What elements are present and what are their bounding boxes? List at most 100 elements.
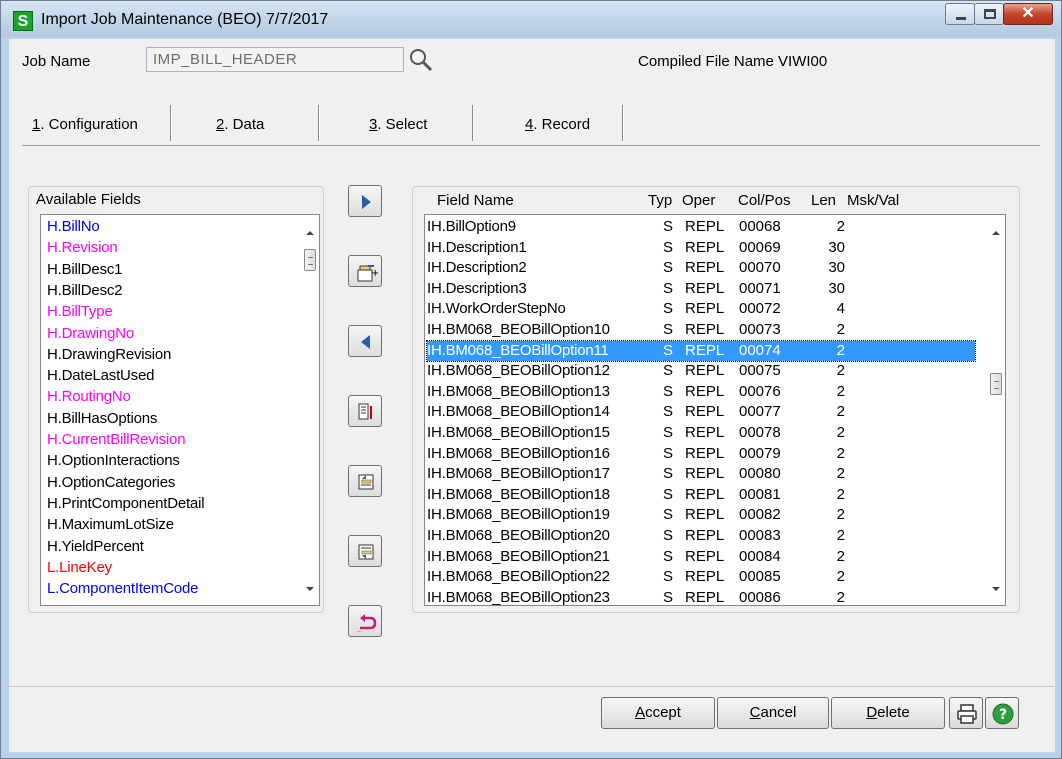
available-field-item[interactable]: H.BillDesc2 (47, 281, 123, 301)
column-header-msk-val[interactable]: Msk/Val (847, 192, 899, 209)
cancel-button[interactable]: Cancel (717, 697, 829, 729)
remove-field-button[interactable] (348, 325, 382, 357)
table-row[interactable]: IH.BM068_BEOBillOption13 S REPL 00076 2 (427, 382, 975, 402)
cell-oper: REPL (685, 588, 725, 606)
data-fields-scrollbar[interactable] (987, 215, 1005, 605)
cell-oper: REPL (685, 321, 725, 338)
cell-oper: REPL (685, 341, 725, 359)
add-field-button[interactable] (348, 185, 382, 217)
table-row[interactable]: IH.BM068_BEOBillOption15 S REPL 00078 2 (427, 423, 975, 443)
cell-field-name: IH.BM068_BEOBillOption12 (427, 362, 610, 380)
table-row[interactable]: IH.Description2 S REPL 00070 30 (427, 258, 975, 278)
cell-typ: S (663, 321, 674, 338)
delete-button[interactable]: Delete (831, 697, 945, 729)
tab-strip-border (22, 145, 1040, 146)
undo-button[interactable]: ... (348, 605, 382, 637)
table-row[interactable]: IH.BM068_BEOBillOption12 S REPL 00075 2 (427, 361, 975, 381)
available-field-item[interactable]: H.YieldPercent (47, 537, 144, 557)
tab-record[interactable]: 4. Record (525, 103, 590, 141)
table-row[interactable]: IH.BM068_BEOBillOption20 S REPL 00083 2 (427, 526, 975, 546)
available-field-item[interactable]: H.BillType (47, 302, 113, 322)
scroll-thumb[interactable] (990, 373, 1002, 395)
table-row[interactable]: IH.Description3 S REPL 00071 30 (427, 279, 975, 299)
accept-button[interactable]: Accept (601, 697, 715, 729)
table-row[interactable]: IH.WorkOrderStepNo S REPL 00072 4 (427, 299, 975, 319)
table-row[interactable]: IH.Description1 S REPL 00069 30 (427, 238, 975, 258)
scroll-down-icon[interactable] (306, 587, 314, 591)
help-button[interactable]: ? (985, 697, 1019, 729)
tab-data[interactable]: 2. Data (216, 103, 264, 141)
insert-field-icon: + (357, 265, 378, 282)
available-field-item[interactable]: H.OptionCategories (47, 473, 175, 493)
field-properties-button[interactable] (348, 395, 382, 427)
table-row[interactable]: IH.BM068_BEOBillOption10 S REPL 00073 2 (427, 320, 975, 340)
move-up-button[interactable] (348, 465, 382, 497)
table-row[interactable]: IH.BM068_BEOBillOption23 S REPL 00086 2 (427, 588, 975, 606)
scroll-thumb[interactable] (304, 249, 316, 271)
available-field-item[interactable]: H.RoutingNo (47, 387, 131, 407)
remove-field-icon (361, 335, 370, 349)
cell-field-name: IH.BM068_BEOBillOption22 (427, 568, 610, 586)
column-header-len[interactable]: Len (811, 192, 836, 209)
tab-configuration-label: . Configuration (40, 116, 138, 133)
table-row-selected[interactable]: IH.BM068_BEOBillOption11 S REPL 00074 2 (426, 339, 976, 362)
table-row[interactable]: IH.BillOption9 S REPL 00068 2 (427, 217, 975, 237)
column-header-col-pos[interactable]: Col/Pos (738, 192, 791, 209)
available-field-item[interactable]: H.BillDesc1 (47, 260, 123, 280)
insert-field-button[interactable]: + (348, 255, 382, 287)
table-row[interactable]: IH.BM068_BEOBillOption22 S REPL 00085 2 (427, 567, 975, 587)
available-field-item[interactable]: H.BillHasOptions (47, 409, 157, 429)
cell-field-name: IH.WorkOrderStepNo (427, 300, 566, 318)
cell-col-pos: 00085 (739, 568, 781, 586)
tab-configuration[interactable]: 1. Configuration (32, 103, 138, 141)
cell-field-name: IH.BM068_BEOBillOption20 (427, 527, 610, 544)
available-fields-scrollbar[interactable] (301, 215, 319, 605)
cell-oper: REPL (685, 362, 725, 380)
available-field-item[interactable]: H.MaximumLotSize (47, 515, 174, 535)
svg-text:?: ? (999, 707, 1007, 723)
cell-field-name: IH.BM068_BEOBillOption18 (427, 485, 610, 503)
maximize-button[interactable] (974, 3, 1004, 25)
scroll-up-icon[interactable] (992, 231, 1000, 235)
available-field-item[interactable]: H.DateLastUsed (47, 366, 154, 386)
minimize-button[interactable] (945, 3, 975, 25)
available-field-item[interactable]: H.Revision (47, 238, 118, 258)
column-header-oper[interactable]: Oper (682, 192, 715, 209)
delete-key: D (866, 704, 878, 721)
tab-select[interactable]: 3. Select (369, 103, 427, 141)
table-row[interactable]: IH.BM068_BEOBillOption17 S REPL 00080 2 (427, 464, 975, 484)
cell-typ: S (663, 444, 674, 462)
cell-field-name: IH.BM068_BEOBillOption14 (427, 403, 610, 421)
table-row[interactable]: IH.BM068_BEOBillOption21 S REPL 00084 2 (427, 547, 975, 567)
close-button[interactable]: ✕ (1003, 3, 1053, 25)
table-row[interactable]: IH.BM068_BEOBillOption14 S REPL 00077 2 (427, 402, 975, 422)
available-field-item[interactable]: H.DrawingNo (47, 324, 134, 344)
available-field-item[interactable]: L.LineKey (47, 558, 112, 578)
available-fields-list[interactable]: H.BillNo H.Revision H.BillDesc1 H.BillDesc2… (40, 214, 320, 606)
column-header-field-name[interactable]: Field Name (437, 192, 514, 209)
cell-col-pos: 00076 (739, 382, 781, 400)
lookup-button[interactable] (408, 47, 434, 73)
available-field-item[interactable]: H.BillNo (47, 217, 100, 237)
scroll-up-icon[interactable] (306, 231, 314, 235)
column-header-typ[interactable]: Typ (648, 192, 672, 209)
accept-label: ccept (645, 704, 681, 721)
available-field-item[interactable]: H.OptionInteractions (47, 451, 180, 471)
title-bar[interactable]: S Import Job Maintenance (BEO) 7/7/2017 … (1, 1, 1061, 37)
scroll-down-icon[interactable] (992, 587, 1000, 591)
table-row[interactable]: IH.BM068_BEOBillOption16 S REPL 00079 2 (427, 444, 975, 464)
available-field-item[interactable]: H.CurrentBillRevision (47, 430, 186, 450)
available-field-item[interactable]: H.DrawingRevision (47, 345, 171, 365)
available-field-item[interactable]: H.PrintComponentDetail (47, 494, 205, 514)
available-field-item[interactable]: L.ComponentItemCode (47, 579, 198, 599)
table-row[interactable]: IH.BM068_BEOBillOption18 S REPL 00081 2 (427, 485, 975, 505)
cell-len: 2 (836, 568, 845, 586)
print-button[interactable] (949, 697, 983, 729)
table-row[interactable]: IH.BM068_BEOBillOption19 S REPL 00082 2 (427, 505, 975, 525)
data-fields-list[interactable]: IH.BillOption9 S REPL 00068 2 IH.Description1… (424, 214, 1006, 606)
job-name-field[interactable]: IMP_BILL_HEADER (146, 47, 404, 72)
move-down-button[interactable] (348, 535, 382, 567)
cell-len: 2 (836, 321, 845, 338)
cell-typ: S (663, 218, 674, 235)
maximize-icon (984, 9, 996, 19)
